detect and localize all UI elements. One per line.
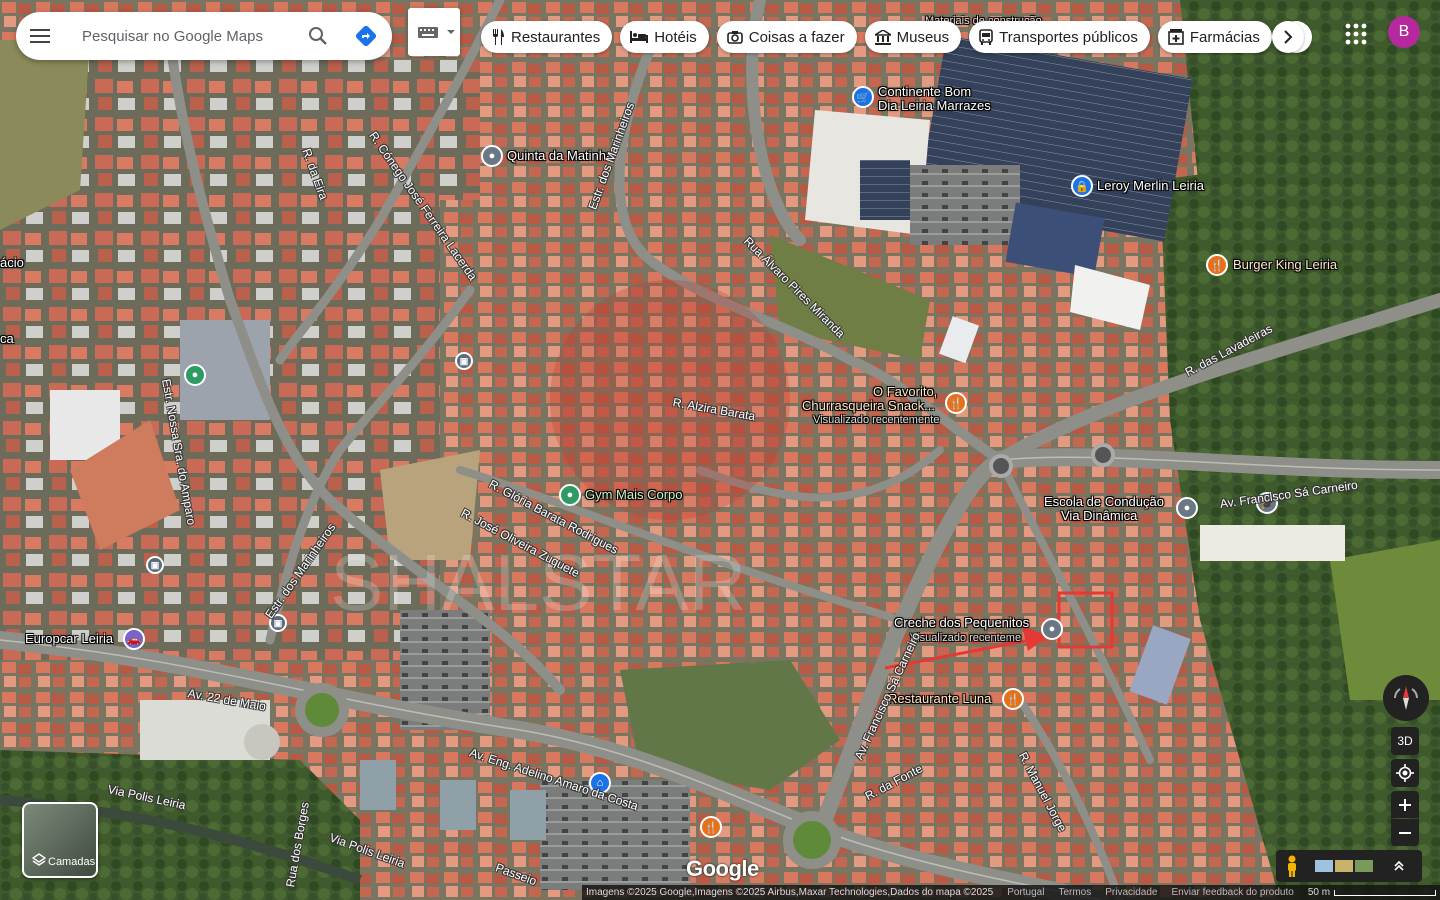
imagery-thumbnails[interactable] <box>1315 860 1373 872</box>
privacy-link[interactable]: Privacidade <box>1105 887 1157 898</box>
place-label-quinta[interactable]: Quinta da Matinha <box>507 149 613 163</box>
park-pin-left[interactable]: ● <box>184 364 206 386</box>
chip-hoteis[interactable]: Hotéis <box>620 21 709 53</box>
restaurant-pin-bottom[interactable]: 🍴 <box>700 816 722 838</box>
place-label-escola-2[interactable]: Via Dinâmica <box>1061 509 1137 523</box>
place-label-edge-1[interactable]: ácio <box>0 256 24 270</box>
place-label-favorito-1[interactable]: O Favorito, <box>873 385 937 399</box>
directions-button[interactable] <box>342 12 390 60</box>
compass-button[interactable] <box>1383 675 1429 721</box>
fork-knife-icon <box>493 29 504 45</box>
chip-farmacias[interactable]: Farmácias <box>1157 21 1272 53</box>
search-icon <box>309 27 327 45</box>
museum-icon <box>874 29 891 45</box>
chip-label: Transportes públicos <box>999 28 1138 46</box>
place-label-leroy[interactable]: Leroy Merlin Leiria <box>1097 179 1204 193</box>
chevron-up-icon[interactable] <box>1393 860 1405 872</box>
minus-icon <box>1399 831 1411 834</box>
chevron-right-icon <box>1284 30 1293 44</box>
chip-coisas-a-fazer[interactable]: Coisas a fazer <box>716 21 857 53</box>
shopping-pin-continente[interactable]: 🛒 <box>852 86 874 108</box>
layers-label: Camadas <box>48 856 96 868</box>
chip-label: Farmácias <box>1189 28 1260 46</box>
place-label-favorito-3: Visualizado recentemente <box>813 414 940 426</box>
car-rental-pin[interactable]: 🚗 <box>123 628 145 650</box>
zoom-in-button[interactable] <box>1391 791 1419 818</box>
map-footer: Imagens ©2025 Google,Imagens ©2025 Airbu… <box>582 885 1440 900</box>
scale-label: 50 m <box>1307 887 1331 898</box>
chip-restaurantes[interactable]: Restaurantes <box>481 21 613 53</box>
scale-line <box>1334 889 1437 896</box>
plus-icon <box>1399 798 1411 811</box>
place-label-escola-1[interactable]: Escola de Condução <box>1044 495 1164 509</box>
restaurant-pin-burger[interactable]: 🍴 <box>1206 254 1228 276</box>
directions-icon <box>355 25 377 47</box>
place-label-europcar[interactable]: Europcar Leiria <box>25 632 113 646</box>
chip-label: Museus <box>896 28 950 46</box>
user-avatar[interactable]: B <box>1388 16 1420 48</box>
pegman-icon[interactable] <box>1285 855 1299 877</box>
caret-down-icon <box>447 30 455 34</box>
place-label-burger[interactable]: Burger King Leiria <box>1233 258 1337 272</box>
pharmacy-icon <box>1168 29 1184 45</box>
scale-bar[interactable]: 50 m <box>1307 887 1437 898</box>
3d-button[interactable]: 3D <box>1391 727 1419 755</box>
place-label-favorito-2[interactable]: Churrasqueira Snack... <box>802 399 935 413</box>
chip-transportes[interactable]: Transportes públicos <box>969 21 1150 53</box>
place-pin-quinta[interactable]: ● <box>481 145 503 167</box>
place-label-creche-2: Visualizado recenteme <box>910 632 1022 644</box>
input-tools-button[interactable] <box>408 8 460 56</box>
restaurant-pin-luna[interactable]: 🍴 <box>1002 688 1024 710</box>
avatar-initial: B <box>1398 23 1410 40</box>
my-location-button[interactable] <box>1391 759 1419 787</box>
place-label-creche-1[interactable]: Creche dos Pequenitos <box>894 616 1029 630</box>
street-view-bar <box>1276 850 1422 882</box>
bus-icon <box>979 29 993 45</box>
crosshair-icon <box>1396 764 1414 782</box>
bed-icon <box>630 31 649 43</box>
layers-button[interactable]: Camadas <box>22 802 98 878</box>
feedback-link[interactable]: Enviar feedback do produto <box>1172 887 1294 898</box>
compass-icon <box>1394 686 1418 710</box>
camera-icon <box>726 31 743 44</box>
search-input[interactable] <box>80 26 294 46</box>
country-link[interactable]: Portugal <box>1007 887 1044 898</box>
google-logo: Google <box>686 856 759 881</box>
imagery-thumb-1[interactable] <box>1315 860 1333 872</box>
shopping-pin-leroy[interactable]: 🔒 <box>1071 175 1093 197</box>
chips-next-button[interactable] <box>1272 21 1304 53</box>
chip-label: Hotéis <box>654 28 697 46</box>
place-pin-escola[interactable]: ● <box>1176 497 1198 519</box>
place-pin-creche[interactable]: ● <box>1041 618 1063 640</box>
imagery-thumb-3[interactable] <box>1355 860 1373 872</box>
apps-grid-icon[interactable] <box>1342 20 1370 48</box>
layers-icon <box>32 853 46 866</box>
category-chips: Restaurantes Hotéis Coisas a fazer Museu… <box>481 21 1312 53</box>
place-label-continente-2[interactable]: Dia Leiria Marrazes <box>878 99 991 113</box>
keyboard-icon <box>418 27 438 38</box>
bus-stop-icon[interactable]: ▣ <box>146 556 164 574</box>
chip-label: Restaurantes <box>511 28 601 46</box>
place-label-luna[interactable]: Restaurante Luna <box>888 692 991 706</box>
zoom-out-button[interactable] <box>1391 819 1419 846</box>
imagery-thumb-2[interactable] <box>1335 860 1353 872</box>
place-label-gym[interactable]: Gym Mais Corpo <box>585 488 683 502</box>
restaurant-pin-favorito[interactable]: 🍴 <box>945 392 967 414</box>
satellite-map[interactable]: SHALSTAR <box>0 0 1440 900</box>
chip-label: Coisas a fazer <box>748 28 845 46</box>
gym-pin[interactable]: ● <box>559 484 581 506</box>
place-label-edge-2[interactable]: ca <box>0 332 14 346</box>
terms-link[interactable]: Termos <box>1058 887 1091 898</box>
bus-stop-icon[interactable]: ▣ <box>455 352 473 370</box>
search-box <box>16 12 392 60</box>
search-button[interactable] <box>294 12 342 60</box>
hamburger-icon <box>30 29 50 43</box>
chip-museus[interactable]: Museus <box>864 21 962 53</box>
attribution-text: Imagens ©2025 Google,Imagens ©2025 Airbu… <box>586 887 994 898</box>
3d-label: 3D <box>1397 734 1413 748</box>
place-label-continente-1[interactable]: Continente Bom <box>878 85 971 99</box>
menu-button[interactable] <box>16 12 64 60</box>
